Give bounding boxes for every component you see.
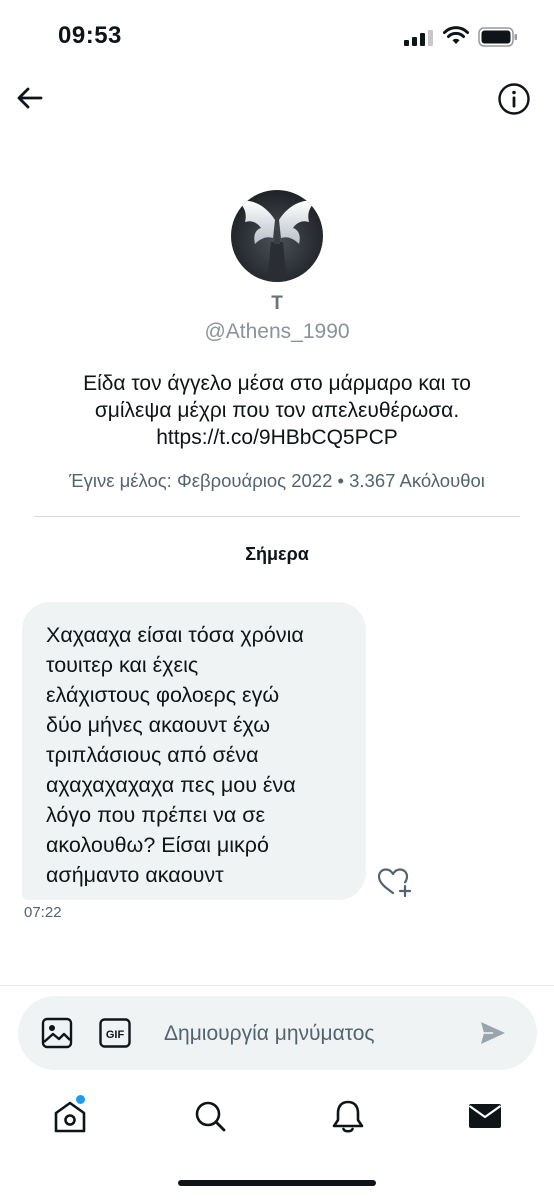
notification-dot [76,1095,85,1104]
message-line: δύο μήνες ακαουντ έχω [46,713,271,737]
cellular-signal-icon [404,30,433,46]
profile-bio-line: Είδα τον άγγελο μέσα στο μάρμαρο και το [83,372,471,395]
message-line: ασήμαντο ακαουντ [46,863,224,887]
message-text: Χαχααχα είσαι τόσα χρόνια τουιτερ και έχ… [46,620,356,890]
bell-icon[interactable] [328,1096,368,1136]
message-line: ελάχιστους φολοερς εγώ [46,683,280,707]
profile-bio-link[interactable]: https://t.co/9HBbCQ5PCP [40,424,514,451]
message-line: Χαχααχα είσαι τόσα χρόνια [46,623,304,647]
gif-label: GIF [106,1029,125,1041]
angel-wings-avatar-image [231,190,323,282]
message-input[interactable] [148,1018,474,1050]
message-line: τουιτερ και έχεις [46,653,199,677]
info-icon[interactable] [497,82,531,116]
send-icon[interactable] [478,1018,508,1048]
wifi-icon [443,26,469,44]
gif-icon: GIF [99,1018,131,1048]
status-time: 09:53 [58,22,122,49]
gif-button[interactable]: GIF [99,1018,131,1048]
profile-handle: @Athens_1990 [204,320,350,343]
home-indicator [178,1180,376,1186]
back-arrow-icon[interactable] [14,82,46,114]
profile-bio: Είδα τον άγγελο μέσα στο μάρμαρο και το … [40,370,514,451]
message-line: αχαχαχαχαχα πες μου ένα [46,773,296,797]
heart-plus-icon[interactable] [376,866,412,898]
search-icon[interactable] [190,1096,230,1136]
profile-bio-line: σμίλεψα μέχρι που τον απελευθέρωσα. [94,399,460,422]
image-icon[interactable] [40,1016,74,1050]
battery-icon [478,27,517,47]
profile-name: T [271,293,283,314]
message-line: λόγο που πρέπει να σε [46,803,266,827]
mail-icon[interactable] [465,1096,505,1136]
message-line: τριπλάσιους από σένα [46,743,259,767]
profile-meta: Έγινε μέλος: Φεβρουάριος 2022 • 3.367 Ακ… [69,470,485,491]
divider [34,516,520,517]
day-separator: Σήμερα [245,544,309,564]
message-line: ακολουθω? Είσαι μικρό [46,833,269,857]
message-timestamp: 07:22 [24,904,62,921]
avatar[interactable] [231,190,323,282]
composer-divider [0,985,554,986]
